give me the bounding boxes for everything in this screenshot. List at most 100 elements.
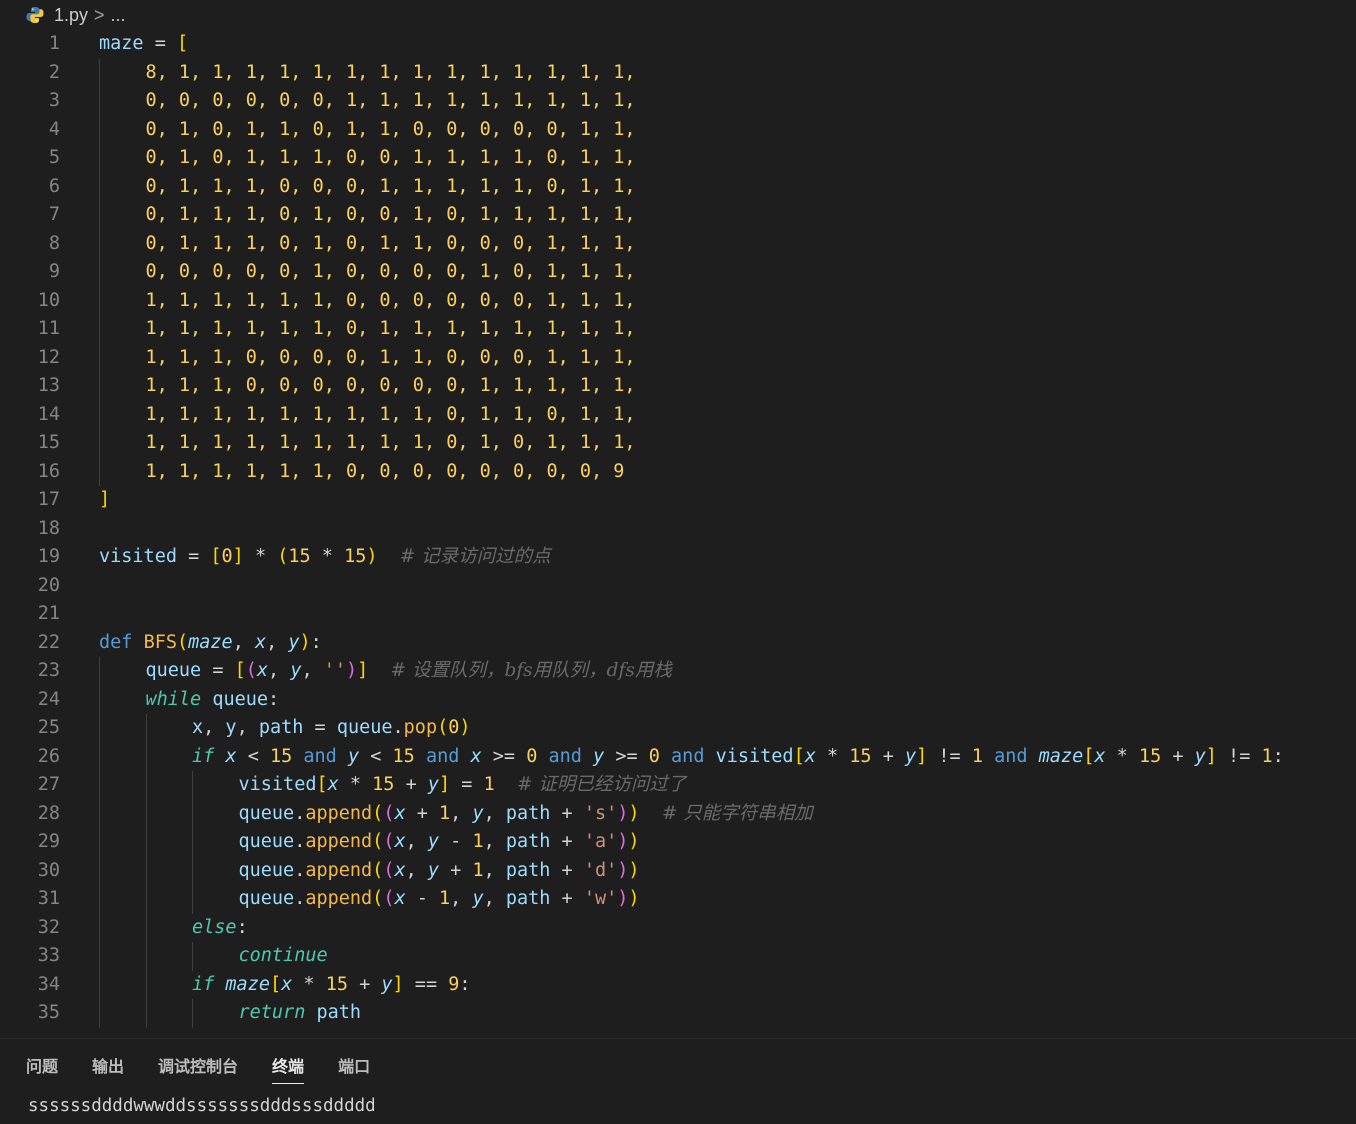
code-line[interactable]: 17] bbox=[0, 486, 1356, 515]
indent-guide bbox=[99, 885, 100, 914]
code-line[interactable]: 29 queue.append((x, y - 1, path + 'a')) bbox=[0, 828, 1356, 857]
code-bracket: ] bbox=[439, 774, 451, 795]
code-operator: * bbox=[310, 546, 345, 567]
code-identifier: queue bbox=[238, 888, 295, 909]
code-parameter: x bbox=[470, 745, 482, 767]
code-bracket: ] bbox=[916, 745, 928, 767]
tab-ports[interactable]: 端口 bbox=[338, 1053, 370, 1084]
code-line[interactable]: 7 0, 1, 1, 1, 0, 1, 0, 0, 1, 0, 1, 1, 1, … bbox=[0, 201, 1356, 230]
code-number: 1, 1, 1, 1, 1, 1, 1, 1, 1, 0, 1, 0, 1, 1… bbox=[145, 432, 636, 453]
code-line[interactable]: 28 queue.append((x + 1, y, path + 's')) #… bbox=[0, 799, 1356, 828]
code-line[interactable]: 2 8, 1, 1, 1, 1, 1, 1, 1, 1, 1, 1, 1, 1, … bbox=[0, 58, 1356, 87]
terminal-output[interactable]: ssssssddddwwwddsssssssdddsssddddd bbox=[28, 1096, 376, 1116]
code-number: 15 bbox=[849, 745, 872, 767]
breadcrumb-file[interactable]: 1.py bbox=[54, 5, 88, 26]
code-parameter: y bbox=[472, 888, 484, 909]
code-bracket: ( bbox=[383, 831, 395, 852]
bottom-panel: 问题 输出 调试控制台 终端 端口 ssssssddddwwwddsssssss… bbox=[0, 1038, 1356, 1124]
code-line[interactable]: 24 while queue: bbox=[0, 685, 1356, 714]
code-operator bbox=[495, 774, 517, 795]
code-text: visited[x * 15 + y] = 1 # 证明已经访问过了 bbox=[239, 771, 687, 800]
code-line[interactable]: 26 if x < 15 and y < 15 and x >= 0 and y … bbox=[0, 742, 1356, 771]
code-text: 1, 1, 1, 1, 1, 1, 1, 1, 1, 0, 1, 1, 0, 1… bbox=[146, 401, 636, 430]
code-operator: + bbox=[1161, 745, 1195, 767]
code-line[interactable]: 3 0, 0, 0, 0, 0, 0, 1, 1, 1, 1, 1, 1, 1, … bbox=[0, 87, 1356, 116]
code-operator: - bbox=[439, 831, 473, 852]
tab-terminal[interactable]: 终端 bbox=[272, 1053, 305, 1084]
code-operator: : bbox=[236, 916, 248, 938]
code-line[interactable]: 18 bbox=[0, 515, 1356, 544]
code-line[interactable]: 27 visited[x * 15 + y] = 1 # 证明已经访问过了 bbox=[0, 771, 1356, 800]
code-bracket: ] bbox=[99, 489, 111, 510]
code-operator: * bbox=[292, 973, 326, 995]
code-line[interactable]: 9 0, 0, 0, 0, 0, 1, 0, 0, 0, 0, 1, 0, 1, … bbox=[0, 258, 1356, 287]
code-operator: < bbox=[359, 745, 393, 767]
code-line[interactable]: 31 queue.append((x - 1, y, path + 'w')) bbox=[0, 885, 1356, 914]
code-line[interactable]: 15 1, 1, 1, 1, 1, 1, 1, 1, 1, 0, 1, 0, 1,… bbox=[0, 429, 1356, 458]
tab-debug-console[interactable]: 调试控制台 bbox=[158, 1053, 238, 1084]
code-line[interactable]: 34 if maze[x * 15 + y] == 9: bbox=[0, 970, 1356, 999]
code-operator: == bbox=[403, 973, 449, 995]
code-bracket: [ bbox=[210, 546, 222, 567]
line-number: 19 bbox=[37, 546, 60, 567]
indent-guide bbox=[192, 999, 193, 1028]
code-line[interactable]: 6 0, 1, 1, 1, 0, 0, 0, 1, 1, 1, 1, 1, 0, … bbox=[0, 172, 1356, 201]
code-line[interactable]: 22 def BFS(maze, x, y): bbox=[0, 629, 1356, 658]
code-editor[interactable]: 1 maze = [2 8, 1, 1, 1, 1, 1, 1, 1, 1, 1, … bbox=[0, 30, 1356, 1038]
code-line[interactable]: 13 1, 1, 1, 0, 0, 0, 0, 0, 0, 0, 1, 1, 1,… bbox=[0, 372, 1356, 401]
code-bracket: ) bbox=[617, 831, 629, 852]
code-line[interactable]: 30 queue.append((x, y + 1, path + 'd')) bbox=[0, 856, 1356, 885]
code-string: 'a' bbox=[583, 831, 618, 852]
line-number: 35 bbox=[37, 1002, 60, 1023]
code-line[interactable]: 25 x, y, path = queue.pop(0) bbox=[0, 714, 1356, 743]
breadcrumb-symbols[interactable]: ... bbox=[111, 5, 126, 26]
code-operator: , bbox=[483, 831, 506, 852]
code-text: else: bbox=[192, 914, 248, 943]
code-line[interactable]: 10 1, 1, 1, 1, 1, 1, 0, 0, 0, 0, 0, 0, 1,… bbox=[0, 286, 1356, 315]
code-line[interactable]: 32 else: bbox=[0, 913, 1356, 943]
code-identifier: queue bbox=[212, 688, 269, 710]
line-number: 16 bbox=[37, 460, 60, 482]
indent-guide bbox=[145, 856, 147, 885]
code-function-name: pop bbox=[403, 717, 438, 738]
code-line[interactable]: 19 visited = [0] * (15 * 15) # 记录访问过的点 bbox=[0, 543, 1356, 572]
code-parameter: x bbox=[394, 802, 406, 824]
code-line[interactable]: 1 maze = [ bbox=[0, 30, 1356, 59]
code-line[interactable]: 11 1, 1, 1, 1, 1, 1, 0, 1, 1, 1, 1, 1, 1,… bbox=[0, 315, 1356, 344]
code-parameter: maze bbox=[188, 631, 233, 653]
code-line[interactable]: 14 1, 1, 1, 1, 1, 1, 1, 1, 1, 0, 1, 1, 0,… bbox=[0, 400, 1356, 430]
code-line[interactable]: 23 queue = [(x, y, '')] # 设置队列，bfs用队列，dfs… bbox=[0, 657, 1356, 686]
code-control-keyword: else bbox=[192, 916, 237, 938]
code-number: 9 bbox=[448, 973, 460, 995]
code-number: 1 bbox=[439, 888, 451, 909]
code-line[interactable]: 12 1, 1, 1, 0, 0, 0, 0, 1, 1, 0, 0, 0, 1,… bbox=[0, 343, 1356, 372]
code-line[interactable]: 20 bbox=[0, 572, 1356, 601]
indent-guide bbox=[99, 258, 100, 287]
code-line[interactable]: 4 0, 1, 0, 1, 1, 0, 1, 1, 0, 0, 0, 0, 0, … bbox=[0, 115, 1356, 144]
code-identifier: queue bbox=[145, 660, 202, 681]
code-parameter: y bbox=[290, 660, 302, 681]
code-line[interactable]: 16 1, 1, 1, 1, 1, 1, 0, 0, 0, 0, 0, 0, 0,… bbox=[0, 457, 1356, 486]
line-number: 33 bbox=[37, 945, 60, 966]
code-keyword: and bbox=[982, 745, 1039, 767]
code-line[interactable]: 35 return path bbox=[0, 999, 1356, 1028]
code-line[interactable]: 21 bbox=[0, 600, 1356, 629]
indent-guide bbox=[99, 999, 100, 1028]
code-line[interactable]: 33 continue bbox=[0, 942, 1356, 971]
code-number: 1 bbox=[483, 774, 495, 795]
indent-guide bbox=[99, 657, 100, 686]
code-line[interactable]: 5 0, 1, 0, 1, 1, 1, 0, 0, 1, 1, 1, 1, 0, … bbox=[0, 144, 1356, 173]
code-operator: , bbox=[301, 660, 324, 681]
code-function-name: append bbox=[305, 831, 373, 852]
code-bracket: ) bbox=[617, 802, 629, 824]
code-text: queue = [(x, y, '')] # 设置队列，bfs用队列，dfs用栈 bbox=[146, 657, 672, 686]
code-parameter: x bbox=[256, 660, 269, 681]
code-bracket: ) bbox=[628, 859, 640, 881]
code-control-keyword: while bbox=[145, 688, 213, 710]
code-line[interactable]: 8 0, 1, 1, 1, 0, 1, 0, 1, 1, 0, 0, 0, 1, … bbox=[0, 229, 1356, 258]
tab-problems[interactable]: 问题 bbox=[26, 1053, 58, 1084]
indent-guide bbox=[145, 913, 147, 942]
line-number: 23 bbox=[37, 660, 60, 681]
tab-output[interactable]: 输出 bbox=[92, 1053, 124, 1084]
code-operator: + bbox=[347, 973, 382, 995]
